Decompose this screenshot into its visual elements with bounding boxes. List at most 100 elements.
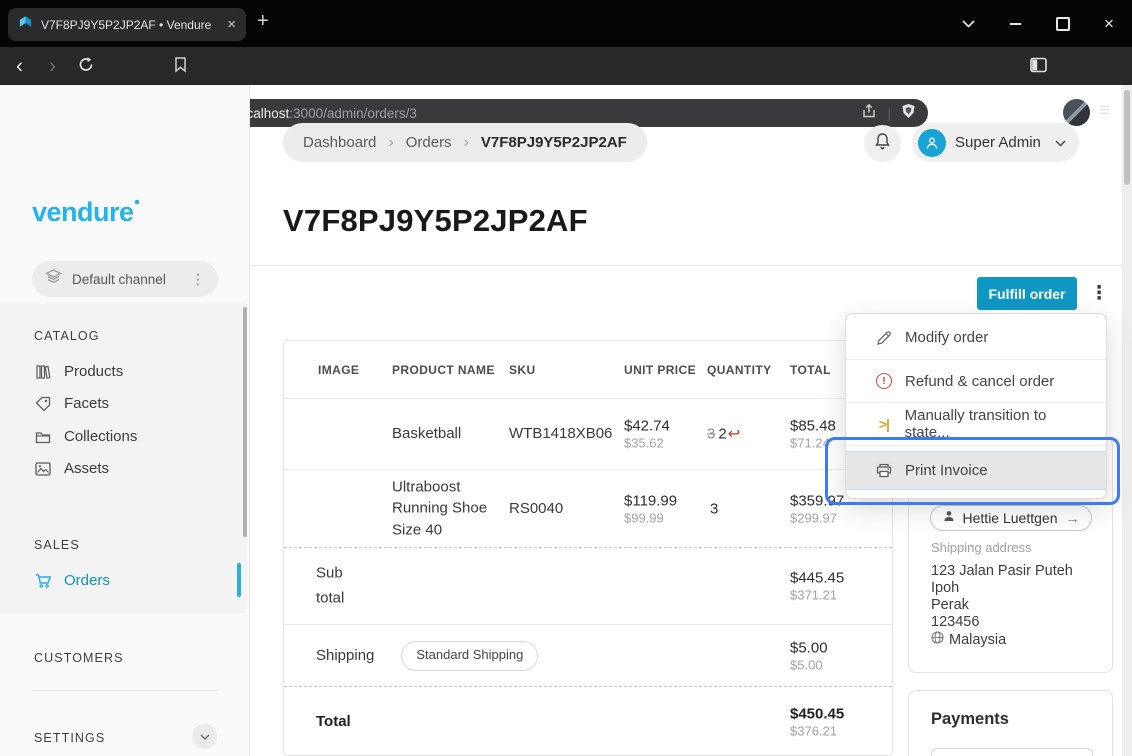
window-minimize-button[interactable] xyxy=(992,0,1038,47)
menu-item-label: Manually transition to state... xyxy=(905,407,1092,441)
share-icon[interactable] xyxy=(861,103,877,124)
tab-title: V7F8PJ9Y5P2JP2AF • Vendure xyxy=(41,18,219,32)
sidebar-item-assets[interactable]: Assets xyxy=(34,460,109,477)
menu-item-modify-order[interactable]: Modify order xyxy=(846,316,1106,359)
layers-icon xyxy=(45,269,62,290)
address-line: 123 Jalan Pasir Puteh xyxy=(931,563,1073,580)
customer-link[interactable]: Hettie Luettgen → xyxy=(930,505,1092,531)
chevron-right-icon: › xyxy=(388,134,393,152)
channel-menu-icon[interactable]: ⋮ xyxy=(191,271,205,288)
sidebar: vendure Default channel ⋮ CATALOG Produc… xyxy=(0,85,250,756)
shipping-label: Shipping xyxy=(316,645,374,667)
product-sku: WTB1418XB06 xyxy=(509,423,612,445)
quantity-cell: 3 xyxy=(710,500,718,517)
menu-item-label: Modify order xyxy=(905,329,988,346)
new-tab-button[interactable]: + xyxy=(257,10,269,33)
vendure-logo[interactable]: vendure xyxy=(32,197,139,228)
breadcrumb-current: V7F8PJ9Y5P2JP2AF xyxy=(481,134,627,151)
col-quantity: QUANTITY xyxy=(707,363,772,377)
url-text: localhost:3000/admin/orders/3 xyxy=(236,106,417,121)
chevron-down-icon xyxy=(1055,134,1066,152)
order-table: IMAGE PRODUCT NAME SKU UNIT PRICE QUANTI… xyxy=(283,340,893,756)
menu-highlight-line xyxy=(846,489,1106,490)
subtotal-row: Sub total $445.45$371.21 xyxy=(284,548,892,625)
chevron-right-icon: › xyxy=(464,134,469,152)
back-icon[interactable]: ‹ xyxy=(16,56,23,77)
page-scrollbar-thumb[interactable] xyxy=(1124,90,1130,185)
notifications-button[interactable] xyxy=(864,125,901,162)
breadcrumb: Dashboard › Orders › V7F8PJ9Y5P2JP2AF xyxy=(283,123,647,162)
fulfill-order-button[interactable]: Fulfill order xyxy=(977,277,1077,310)
total-row: Total $450.45$376.21 xyxy=(284,687,892,756)
brave-shield-icon[interactable] xyxy=(901,103,916,124)
menu-item-label: Print Invoice xyxy=(905,462,988,479)
order-actions-kebab-icon[interactable]: ⋮ xyxy=(1089,279,1109,307)
section-settings[interactable]: SETTINGS xyxy=(34,731,105,745)
subtotal-value: $445.45 xyxy=(790,570,844,587)
browser-toolbar: ‹ › i localhost:3000/admin/orders/3 | xyxy=(0,47,1132,85)
menu-item-refund-cancel[interactable]: ! Refund & cancel order xyxy=(846,359,1106,402)
product-name: Ultraboost Running Shoe Size 40 xyxy=(392,476,504,541)
window-close-button[interactable]: × xyxy=(1086,0,1132,47)
transition-state-icon: >| xyxy=(874,416,894,432)
header-divider xyxy=(250,265,1122,266)
sidebar-scrollbar[interactable] xyxy=(243,307,247,537)
sidebar-item-collections[interactable]: Collections xyxy=(34,428,137,445)
address-line: 123456 xyxy=(931,614,1073,631)
shipping-net: $5.00 xyxy=(790,657,828,672)
line-total: $85.48 xyxy=(790,418,836,435)
section-customers[interactable]: CUSTOMERS xyxy=(34,651,124,665)
line-total: $359.97 xyxy=(790,492,844,509)
sidebar-item-label: Assets xyxy=(64,460,109,477)
subtotal-label: Sub total xyxy=(316,561,366,611)
exclamation-circle-icon: ! xyxy=(874,373,894,389)
line-total-net: $71.24 xyxy=(790,436,836,451)
bookmark-icon[interactable] xyxy=(174,56,187,77)
folder-icon xyxy=(34,430,52,444)
browser-tab[interactable]: V7F8PJ9Y5P2JP2AF • Vendure × xyxy=(8,8,246,41)
sidebar-divider xyxy=(32,690,218,691)
col-sku: SKU xyxy=(509,363,536,377)
forward-icon[interactable]: › xyxy=(49,56,56,77)
shipping-value: $5.00 xyxy=(790,639,828,656)
menu-item-label: Refund & cancel order xyxy=(905,373,1054,390)
user-menu[interactable]: Super Admin xyxy=(912,123,1079,162)
address-line: Ipoh xyxy=(931,580,1073,597)
page-title: V7F8PJ9Y5P2JP2AF xyxy=(283,203,588,239)
settings-collapse-button[interactable] xyxy=(192,724,217,749)
sidebar-panel-icon[interactable] xyxy=(1030,56,1047,77)
sidebar-item-facets[interactable]: Facets xyxy=(34,395,109,412)
unit-price-net: $99.99 xyxy=(624,510,677,525)
menu-item-transition-state[interactable]: >| Manually transition to state... xyxy=(846,402,1106,445)
sidebar-item-label: Facets xyxy=(64,395,109,412)
order-actions-menu: Modify order ! Refund & cancel order >| … xyxy=(845,313,1107,499)
payment-entry-partial xyxy=(931,748,1093,756)
table-row: Ultraboost Running Shoe Size 40 RS0040 $… xyxy=(284,470,892,548)
browser-tab-bar: V7F8PJ9Y5P2JP2AF • Vendure × + × xyxy=(0,0,1132,47)
sidebar-item-label: Products xyxy=(64,363,123,380)
breadcrumb-dashboard[interactable]: Dashboard xyxy=(303,134,376,151)
col-unit-price: UNIT PRICE xyxy=(624,363,696,377)
menu-item-print-invoice[interactable]: Print Invoice xyxy=(846,452,1106,489)
tab-close-icon[interactable]: × xyxy=(227,17,236,32)
unit-price: $119.99 xyxy=(624,492,677,509)
page-scrollbar[interactable] xyxy=(1122,85,1132,756)
pencil-icon xyxy=(874,330,894,346)
tag-icon xyxy=(34,396,52,412)
window-maximize-button[interactable] xyxy=(1040,0,1086,47)
tab-search-icon[interactable] xyxy=(945,0,991,47)
sidebar-item-products[interactable]: Products xyxy=(34,363,123,380)
sidebar-item-label: Collections xyxy=(64,428,137,445)
active-nav-indicator xyxy=(237,563,241,597)
refresh-icon[interactable] xyxy=(78,56,94,77)
browser-profile-avatar[interactable] xyxy=(1063,99,1090,126)
channel-selector[interactable]: Default channel ⋮ xyxy=(32,261,218,297)
total-value: $450.45 xyxy=(790,706,844,723)
browser-menu-icon[interactable]: ≡ xyxy=(1099,100,1110,122)
payments-title: Payments xyxy=(931,710,1009,729)
payments-card: Payments xyxy=(908,690,1113,756)
cart-icon xyxy=(34,573,52,589)
sidebar-item-orders[interactable]: Orders xyxy=(34,572,110,589)
breadcrumb-orders[interactable]: Orders xyxy=(406,134,452,151)
product-sku: RS0040 xyxy=(509,498,563,520)
